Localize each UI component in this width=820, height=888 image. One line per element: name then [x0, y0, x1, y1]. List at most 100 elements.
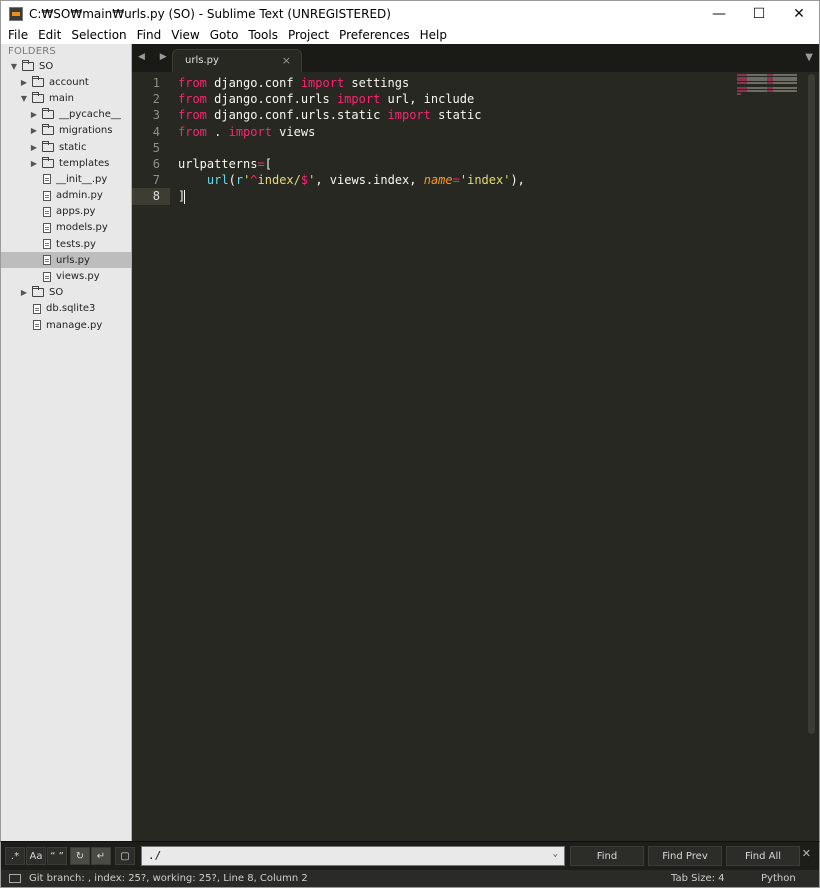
minimize-button[interactable]: —	[699, 1, 739, 27]
code-line[interactable]: urlpatterns=[	[178, 156, 739, 172]
menu-preferences[interactable]: Preferences	[339, 28, 410, 42]
line-number: 3	[152, 108, 160, 123]
sidebar-item-migrations[interactable]: ▶ migrations	[1, 123, 131, 139]
sidebar-item--init-py[interactable]: __init__.py	[1, 171, 131, 187]
menu-file[interactable]: File	[8, 28, 28, 42]
menu-find[interactable]: Find	[137, 28, 162, 42]
tab-size-indicator[interactable]: Tab Size: 4	[671, 873, 725, 884]
sidebar-item--pycache-[interactable]: ▶ __pycache__	[1, 107, 131, 123]
code-line[interactable]: from django.conf.urls import url, includ…	[178, 91, 739, 107]
line-number: 4	[152, 124, 160, 139]
collapsed-arrow-icon[interactable]: ▶	[29, 143, 39, 152]
menu-selection[interactable]: Selection	[71, 28, 126, 42]
file-icon	[43, 174, 51, 185]
maximize-button[interactable]: ☐	[739, 1, 779, 27]
folder-icon	[32, 75, 44, 87]
code-token: static	[430, 108, 482, 123]
in-selection-toggle[interactable]: ↵	[91, 847, 111, 865]
title-bar: C:₩SO₩main₩urls.py (SO) - Sublime Text (…	[0, 0, 820, 26]
tab-urls-py[interactable]: urls.py ×	[172, 49, 302, 72]
sidebar-item-so[interactable]: ▼ SO	[1, 58, 131, 74]
whole-word-toggle[interactable]: “ ”	[47, 847, 67, 865]
code-token: import	[336, 92, 381, 107]
highlight-matches-toggle[interactable]: ▢	[115, 847, 135, 865]
code-token: from	[178, 108, 207, 123]
find-panel-close-icon[interactable]: ✕	[802, 847, 811, 860]
collapsed-arrow-icon[interactable]: ▶	[29, 110, 39, 119]
line-number-gutter: 1 23456 78	[132, 75, 170, 205]
code-token: django.conf.urls.static	[206, 108, 388, 123]
code-token: =	[452, 173, 460, 188]
menu-edit[interactable]: Edit	[38, 28, 61, 42]
folder-icon	[42, 140, 54, 152]
syntax-indicator[interactable]: Python	[761, 873, 796, 884]
wrap-toggle[interactable]: ↻	[70, 847, 90, 865]
sidebar-item-urls-py[interactable]: urls.py	[1, 252, 131, 269]
collapsed-arrow-icon[interactable]: ▶	[19, 288, 29, 297]
file-icon	[43, 239, 51, 250]
code-token: from	[178, 124, 207, 139]
menu-tools[interactable]: Tools	[248, 28, 278, 42]
window-title: C:₩SO₩main₩urls.py (SO) - Sublime Text (…	[29, 6, 391, 21]
collapsed-arrow-icon[interactable]: ▶	[29, 159, 39, 168]
code-editor[interactable]: 1 23456 78 from django.conf import setting…	[132, 72, 820, 841]
code-token: index/	[257, 173, 301, 188]
close-button[interactable]: ✕	[779, 1, 819, 27]
sidebar: FOLDERS ▼ SO ▶ account ▼ main ▶ __pycache__ ▶ mig…	[0, 44, 132, 841]
code-area[interactable]: from django.conf import settings from dja…	[178, 75, 739, 205]
file-icon	[33, 320, 41, 331]
code-line[interactable]: ]	[178, 188, 739, 204]
menu-help[interactable]: Help	[420, 28, 447, 42]
line-number: 5	[152, 140, 160, 155]
file-icon	[43, 222, 51, 233]
sidebar-item-views-py[interactable]: views.py	[1, 268, 131, 284]
collapsed-arrow-icon[interactable]: ▶	[29, 126, 39, 135]
panel-toggle-icon[interactable]	[9, 874, 21, 883]
sidebar-item-label: account	[49, 76, 89, 88]
find-input[interactable]: ./ ⌄	[141, 846, 565, 866]
sidebar-item-label: views.py	[56, 271, 100, 283]
menu-project[interactable]: Project	[288, 28, 329, 42]
code-token: import	[387, 108, 431, 123]
case-sensitive-toggle[interactable]: Aa	[26, 847, 46, 865]
sidebar-item-templates[interactable]: ▶ templates	[1, 155, 131, 171]
find-all-button[interactable]: Find All	[726, 846, 800, 866]
tab-dropdown-icon[interactable]: ▼	[805, 52, 813, 63]
find-button[interactable]: Find	[570, 846, 644, 866]
sidebar-item-tests-py[interactable]: tests.py	[1, 236, 131, 252]
regex-toggle[interactable]: .*	[5, 847, 25, 865]
expanded-arrow-icon[interactable]: ▼	[9, 62, 19, 71]
code-line[interactable]: from . import views	[178, 124, 739, 140]
folder-icon	[42, 108, 54, 120]
vertical-scrollbar[interactable]	[808, 74, 815, 734]
find-history-dropdown-icon[interactable]: ⌄	[553, 849, 558, 859]
sidebar-item-manage-py[interactable]: manage.py	[1, 317, 131, 333]
tab-close-icon[interactable]: ×	[282, 54, 291, 67]
menu-view[interactable]: View	[171, 28, 199, 42]
sidebar-item-db-sqlite3[interactable]: db.sqlite3	[1, 301, 131, 317]
find-panel: .* Aa “ ” ↻ ↵ ▢ ./ ⌄ Find Find Prev Find…	[0, 841, 820, 870]
sidebar-item-static[interactable]: ▶ static	[1, 139, 131, 155]
sidebar-item-models-py[interactable]: models.py	[1, 220, 131, 236]
sidebar-item-account[interactable]: ▶ account	[1, 74, 131, 90]
code-line[interactable]: from django.conf.urls.static import stat…	[178, 107, 739, 123]
code-token: import	[228, 124, 272, 139]
sidebar-item-so[interactable]: ▶ SO	[1, 285, 131, 301]
code-token: import	[300, 76, 345, 90]
code-token: ^	[250, 173, 258, 188]
code-token: from	[178, 92, 207, 107]
sidebar-item-main[interactable]: ▼ main	[1, 90, 131, 106]
minimap[interactable]	[737, 74, 797, 95]
code-line[interactable]: from django.conf import settings	[178, 75, 739, 91]
status-text: Git branch: , index: 25?, working: 25?, …	[29, 873, 308, 884]
code-line[interactable]	[178, 140, 739, 156]
tab-nav-arrows-icon[interactable]: ◀ ▶	[138, 52, 173, 62]
find-prev-button[interactable]: Find Prev	[648, 846, 722, 866]
expanded-arrow-icon[interactable]: ▼	[19, 94, 29, 103]
sidebar-item-apps-py[interactable]: apps.py	[1, 204, 131, 220]
code-line[interactable]: url(r'^index/$', views.index, name='inde…	[178, 172, 739, 188]
sidebar-item-admin-py[interactable]: admin.py	[1, 188, 131, 204]
collapsed-arrow-icon[interactable]: ▶	[19, 78, 29, 87]
code-token: url	[206, 173, 229, 188]
menu-goto[interactable]: Goto	[210, 28, 239, 42]
